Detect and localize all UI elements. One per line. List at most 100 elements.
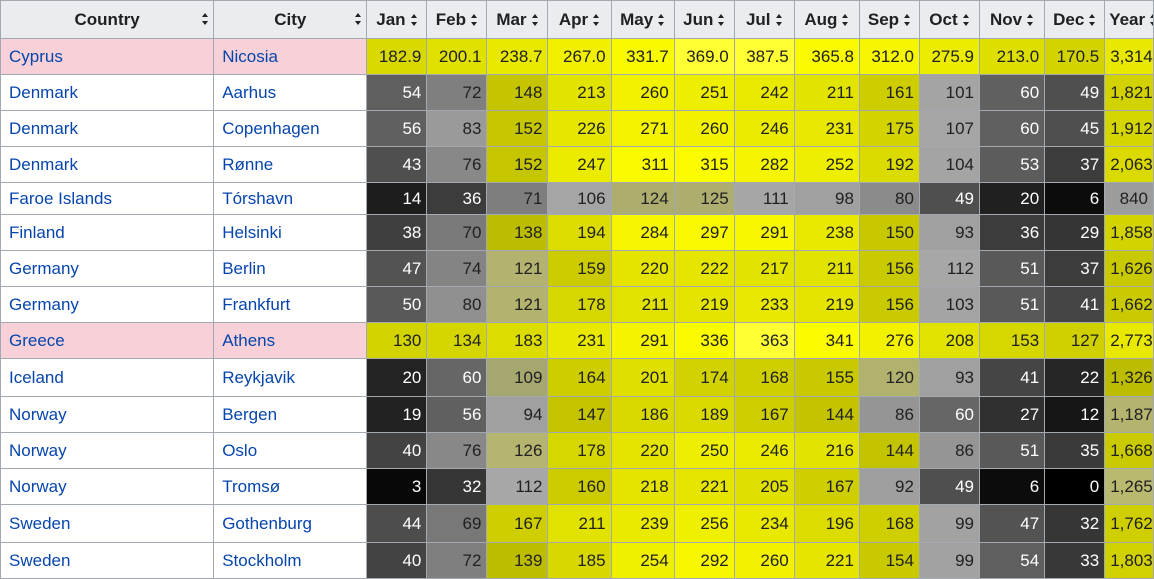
month-value-cell: 43 [366,146,428,183]
country-link[interactable]: Iceland [0,358,215,397]
country-link[interactable]: Denmark [0,146,215,183]
sort-arrows-icon[interactable] [718,14,725,27]
month-value-cell: 260 [673,110,735,147]
month-value-cell: 32 [426,468,488,505]
country-link[interactable]: Germany [0,286,215,323]
month-value-cell: 201 [610,358,675,397]
month-value-cell: 211 [793,250,860,287]
month-value-cell: 222 [673,250,735,287]
month-value-cell: 271 [610,110,675,147]
city-link[interactable]: Gothenburg [213,504,368,543]
month-value-cell: 74 [426,250,488,287]
sort-arrows-icon[interactable] [962,14,970,27]
month-value-cell: 164 [547,358,612,397]
month-value-cell: 175 [858,110,920,147]
column-header-year[interactable]: Year [1104,0,1154,39]
sort-arrows-icon[interactable] [1027,14,1034,27]
city-link[interactable]: Oslo [213,432,368,469]
column-header-city[interactable]: City [213,0,368,39]
month-value-cell: 387.5 [733,38,795,75]
column-header-nov[interactable]: Nov [978,0,1046,39]
month-value-cell: 205 [733,468,795,505]
city-link[interactable]: Stockholm [213,542,368,579]
sort-arrows-icon[interactable] [531,14,539,27]
month-value-cell: 112 [486,468,549,505]
column-header-aug[interactable]: Aug [793,0,860,39]
country-link[interactable]: Norway [0,432,215,469]
country-link[interactable]: Norway [0,468,215,505]
sort-arrows-icon[interactable] [1089,14,1096,27]
month-value-cell: 56 [426,396,488,433]
sort-arrows-icon[interactable] [842,14,849,27]
city-link[interactable]: Aarhus [213,74,368,111]
column-header-mar[interactable]: Mar [486,0,549,39]
sort-arrows-icon[interactable] [775,14,783,27]
city-link[interactable]: Nicosia [213,38,368,75]
city-link[interactable]: Bergen [213,396,368,433]
city-link[interactable]: Copenhagen [213,110,368,147]
table-row: Norway Oslo 40 76 126 178 220 250 246 216 144 86 51 3… [0,432,1154,469]
year-total-cell: 1,662 [1104,286,1154,323]
year-total-cell: 1,858 [1104,214,1154,251]
sort-arrows-icon[interactable] [658,14,665,27]
year-total-cell: 1,626 [1104,250,1154,287]
city-link[interactable]: Helsinki [213,214,368,251]
month-value-cell: 156 [858,250,920,287]
month-value-cell: 51 [978,286,1046,323]
country-link[interactable]: Faroe Islands [0,182,215,215]
country-link[interactable]: Norway [0,396,215,433]
city-link[interactable]: Rønne [213,146,368,183]
month-value-cell: 218 [610,468,675,505]
sort-arrows-icon[interactable] [355,13,362,25]
country-link[interactable]: Finland [0,214,215,251]
sort-arrows-icon[interactable] [202,13,209,25]
month-value-cell: 159 [547,250,612,287]
month-value-cell: 109 [486,358,549,397]
city-link[interactable]: Reykjavik [213,358,368,397]
month-value-cell: 291 [733,214,795,251]
column-header-may[interactable]: May [610,0,675,39]
country-link[interactable]: Sweden [0,542,215,579]
column-header-label: Country [74,10,140,29]
country-link[interactable]: Greece [0,322,215,359]
city-link[interactable]: Athens [213,322,368,359]
month-value-cell: 246 [733,110,795,147]
month-value-cell: 284 [610,214,675,251]
column-header-label: Mar [496,9,527,29]
sort-arrows-icon[interactable] [1150,14,1153,27]
column-header-jun[interactable]: Jun [673,0,735,39]
city-link[interactable]: Tromsø [213,468,368,505]
country-link[interactable]: Denmark [0,74,215,111]
column-header-label: May [620,9,654,29]
column-header-oct[interactable]: Oct [918,0,980,39]
city-link[interactable]: Berlin [213,250,368,287]
country-link[interactable]: Denmark [0,110,215,147]
month-value-cell: 219 [673,286,735,323]
country-link[interactable]: Germany [0,250,215,287]
country-link[interactable]: Cyprus [0,38,215,75]
sort-arrows-icon[interactable] [471,14,478,27]
year-total-cell: 2,063 [1104,146,1154,183]
month-value-cell: 41 [1044,286,1106,323]
column-header-sep[interactable]: Sep [858,0,920,39]
month-value-cell: 196 [793,504,860,543]
column-header-feb[interactable]: Feb [426,0,488,39]
column-header-jan[interactable]: Jan [366,0,428,39]
column-header-apr[interactable]: Apr [547,0,612,39]
column-header-dec[interactable]: Dec [1044,0,1106,39]
month-value-cell: 60 [918,396,980,433]
country-link[interactable]: Sweden [0,504,215,543]
table-row: Iceland Reykjavik 20 60 109 164 201 174 168 155 12… [0,358,1154,397]
column-header-country[interactable]: Country [0,0,215,39]
city-link[interactable]: Tórshavn [213,182,368,215]
column-header-label: Feb [435,9,467,29]
column-header-jul[interactable]: Jul [733,0,795,39]
month-value-cell: 72 [426,74,488,111]
month-value-cell: 3 [366,468,428,505]
sort-arrows-icon[interactable] [410,14,418,27]
sort-arrows-icon[interactable] [904,14,911,27]
month-value-cell: 51 [978,432,1046,469]
sort-arrows-icon[interactable] [593,14,600,27]
city-link[interactable]: Frankfurt [213,286,368,323]
month-value-cell: 242 [733,74,795,111]
